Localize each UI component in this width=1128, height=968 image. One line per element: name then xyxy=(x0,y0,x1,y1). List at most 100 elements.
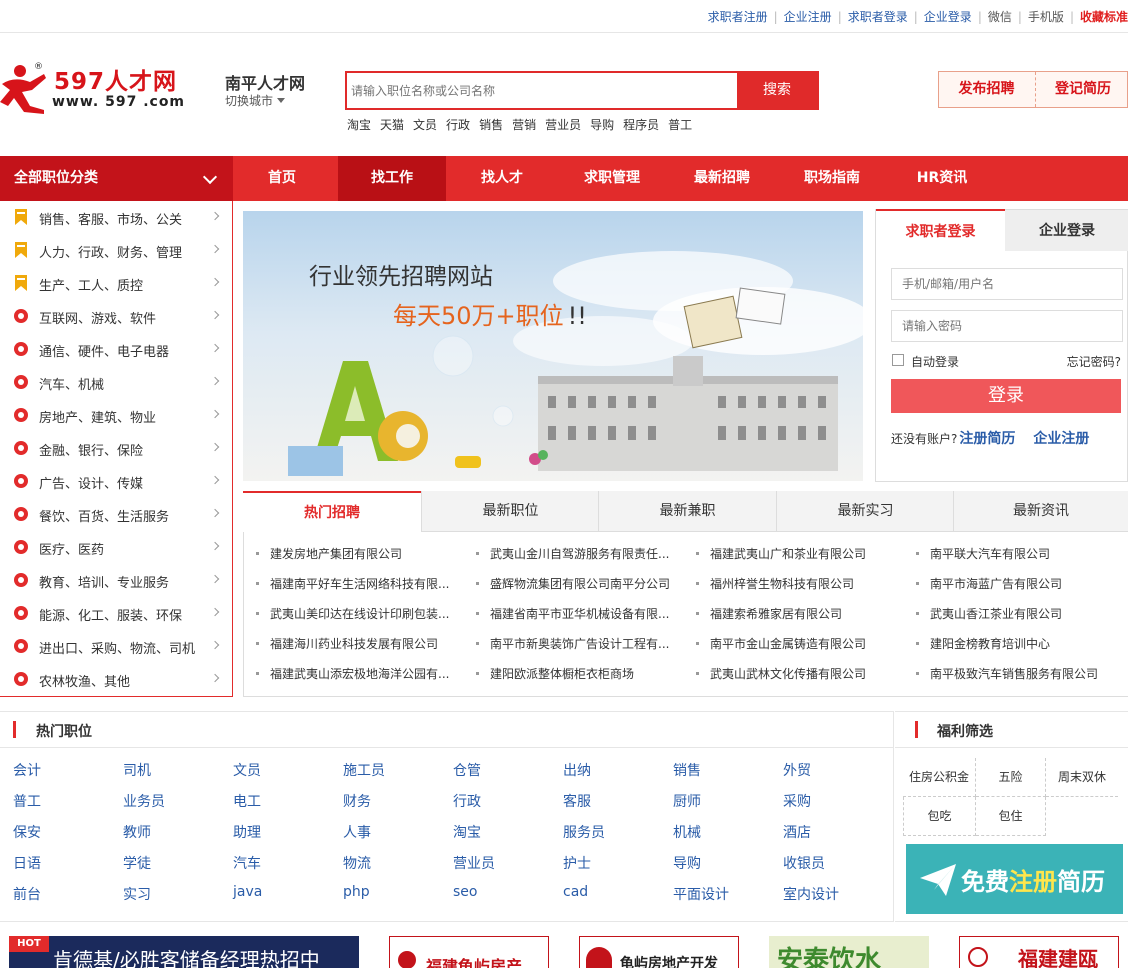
category-item[interactable]: 农林牧渔、其他 xyxy=(0,663,232,696)
seeker-login-link[interactable]: 求职者登录 xyxy=(848,8,908,25)
hot-job-link[interactable]: 护士 xyxy=(563,853,591,873)
hot-job-link[interactable]: 酒店 xyxy=(783,822,811,842)
hot-job-link[interactable]: 行政 xyxy=(453,791,481,811)
hot-job-link[interactable]: 教师 xyxy=(123,822,151,842)
category-item[interactable]: 人力、行政、财务、管理 xyxy=(0,234,232,267)
hot-job-link[interactable]: 学徒 xyxy=(123,853,151,873)
hot-job-link[interactable]: 营业员 xyxy=(453,853,495,873)
password-field[interactable] xyxy=(891,310,1123,342)
ad-banner-antai[interactable]: 安泰饮水 xyxy=(769,936,929,968)
forgot-password-link[interactable]: 忘记密码? xyxy=(1067,353,1121,370)
category-item[interactable]: 通信、硬件、电子电器 xyxy=(0,333,232,366)
hot-job-link[interactable]: 司机 xyxy=(123,760,151,780)
hot-job-link[interactable]: 日语 xyxy=(13,853,41,873)
hot-job-link[interactable]: 导购 xyxy=(673,853,701,873)
category-item[interactable]: 餐饮、百货、生活服务 xyxy=(0,498,232,531)
welfare-housing-fund[interactable]: 住房公积金 xyxy=(903,758,976,797)
hot-job-link[interactable]: 客服 xyxy=(563,791,591,811)
tab-company-login[interactable]: 企业登录 xyxy=(1005,209,1128,251)
hot-job-link[interactable]: 文员 xyxy=(233,760,261,780)
hotword-link[interactable]: 营业员 xyxy=(545,118,581,132)
nav-find-job[interactable]: 找工作 xyxy=(338,156,446,201)
hotword-link[interactable]: 程序员 xyxy=(623,118,659,132)
tab-latest-news[interactable]: 最新资讯 xyxy=(953,491,1128,532)
category-item[interactable]: 金融、银行、保险 xyxy=(0,432,232,465)
hotword-link[interactable]: 天猫 xyxy=(380,118,404,132)
category-item[interactable]: 医疗、医药 xyxy=(0,531,232,564)
category-item[interactable]: 广告、设计、传媒 xyxy=(0,465,232,498)
company-link[interactable]: 福建索希雅家居有限公司 xyxy=(696,605,896,622)
hot-job-link[interactable]: 采购 xyxy=(783,791,811,811)
bookmark-link[interactable]: 收藏标准 xyxy=(1080,8,1128,25)
company-link[interactable]: 福州梓誉生物科技有限公司 xyxy=(696,575,896,592)
hot-job-link[interactable]: 施工员 xyxy=(343,760,385,780)
register-resume-button[interactable]: 登记简历 xyxy=(1035,72,1128,107)
company-link[interactable]: 福建武夷山广和茶业有限公司 xyxy=(696,545,896,562)
company-link[interactable]: 福建省南平市亚华机械设备有限... xyxy=(476,605,676,622)
hot-job-link[interactable]: 室内设计 xyxy=(783,884,839,904)
tab-hot-recruit[interactable]: 热门招聘 xyxy=(243,491,421,533)
hot-job-link[interactable]: 业务员 xyxy=(123,791,165,811)
auto-login-checkbox[interactable] xyxy=(892,354,904,366)
nav-career-guide[interactable]: 职场指南 xyxy=(778,156,886,201)
hotword-link[interactable]: 文员 xyxy=(413,118,437,132)
company-link[interactable]: 福建海川药业科技发展有限公司 xyxy=(256,635,456,652)
nav-find-talent[interactable]: 找人才 xyxy=(448,156,556,201)
company-link[interactable]: 武夷山金川自驾游服务有限责任... xyxy=(476,545,676,562)
company-link[interactable]: 南平市新奥装饰广告设计工程有... xyxy=(476,635,676,652)
hot-job-link[interactable]: 服务员 xyxy=(563,822,605,842)
register-resume-link[interactable]: 注册简历 xyxy=(959,431,1015,447)
ad-banner-kfc[interactable]: HOT 肯德基/必胜客储备经理热招中 xyxy=(9,936,359,968)
hot-job-link[interactable]: 会计 xyxy=(13,760,41,780)
hotword-link[interactable]: 销售 xyxy=(479,118,503,132)
company-link[interactable]: 建阳欧派整体橱柜衣柜商场 xyxy=(476,665,676,682)
free-register-resume-banner[interactable]: 免费注册简历 xyxy=(906,844,1123,914)
wechat-link[interactable]: 微信 xyxy=(988,8,1012,25)
hot-job-link[interactable]: 财务 xyxy=(343,791,371,811)
nav-home[interactable]: 首页 xyxy=(228,156,336,201)
company-link[interactable]: 南平市金山金属铸造有限公司 xyxy=(696,635,896,652)
company-link[interactable]: 南平联大汽车有限公司 xyxy=(916,545,1116,562)
welfare-meals[interactable]: 包吃 xyxy=(903,797,976,836)
hot-job-link[interactable]: 普工 xyxy=(13,791,41,811)
hot-job-link[interactable]: 外贸 xyxy=(783,760,811,780)
hot-job-link[interactable]: 前台 xyxy=(13,884,41,904)
company-link[interactable]: 建阳金榜教育培训中心 xyxy=(916,635,1116,652)
tab-latest-parttime[interactable]: 最新兼职 xyxy=(598,491,776,532)
hot-job-link[interactable]: 人事 xyxy=(343,822,371,842)
search-input[interactable] xyxy=(351,73,735,108)
username-field[interactable] xyxy=(891,268,1123,300)
nav-latest-jobs[interactable]: 最新招聘 xyxy=(668,156,776,201)
seeker-register-link[interactable]: 求职者注册 xyxy=(708,8,768,25)
ad-banner-guiyu[interactable]: 福建龟屿房产 xyxy=(389,936,549,968)
category-item[interactable]: 房地产、建筑、物业 xyxy=(0,399,232,432)
category-item[interactable]: 互联网、游戏、软件 xyxy=(0,300,232,333)
hot-job-link[interactable]: 汽车 xyxy=(233,853,261,873)
company-link[interactable]: 建发房地产集团有限公司 xyxy=(256,545,456,562)
hot-job-link[interactable]: 物流 xyxy=(343,853,371,873)
ad-banner-guiyu-dev[interactable]: 龟屿房地产开发 xyxy=(579,936,739,968)
tab-seeker-login[interactable]: 求职者登录 xyxy=(876,209,1005,251)
tab-latest-jobs[interactable]: 最新职位 xyxy=(421,491,599,532)
switch-city-button[interactable]: 切换城市 xyxy=(225,92,286,109)
post-job-button[interactable]: 发布招聘 xyxy=(939,72,1034,107)
hot-job-link[interactable]: seo xyxy=(453,884,477,900)
hot-job-link[interactable]: 实习 xyxy=(123,884,151,904)
hot-job-link[interactable]: 机械 xyxy=(673,822,701,842)
company-link[interactable]: 福建武夷山添宏极地海洋公园有... xyxy=(256,665,456,682)
nav-job-management[interactable]: 求职管理 xyxy=(558,156,666,201)
hot-job-link[interactable]: cad xyxy=(563,884,588,900)
company-register-link-2[interactable]: 企业注册 xyxy=(1033,431,1089,447)
hotword-link[interactable]: 淘宝 xyxy=(347,118,371,132)
company-link[interactable]: 武夷山美印达在线设计印刷包装... xyxy=(256,605,456,622)
category-item[interactable]: 能源、化工、服装、环保 xyxy=(0,597,232,630)
hot-job-link[interactable]: 电工 xyxy=(233,791,261,811)
nav-hr-news[interactable]: HR资讯 xyxy=(888,156,996,201)
hot-job-link[interactable]: php xyxy=(343,884,370,900)
hot-job-link[interactable]: 仓管 xyxy=(453,760,481,780)
company-link[interactable]: 南平市海蓝广告有限公司 xyxy=(916,575,1116,592)
ad-banner-jianou[interactable]: 福建建瓯 xyxy=(959,936,1119,968)
category-item[interactable]: 生产、工人、质控 xyxy=(0,267,232,300)
promo-banner[interactable]: 行业领先招聘网站 每天50万+职位!! xyxy=(243,211,863,481)
company-link[interactable]: 武夷山香江茶业有限公司 xyxy=(916,605,1116,622)
